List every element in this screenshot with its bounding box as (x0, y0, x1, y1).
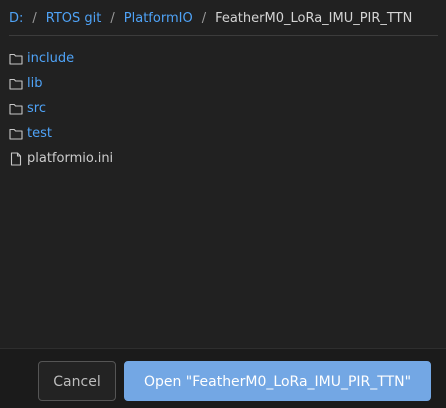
list-item-platformio-ini[interactable]: platformio.ini (9, 146, 438, 171)
list-item-src[interactable]: src (9, 96, 438, 121)
breadcrumb-separator: / (32, 11, 37, 26)
dialog-footer: Cancel Open "FeatherM0_LoRa_IMU_PIR_TTN" (0, 348, 446, 408)
list-item-label: test (27, 126, 52, 141)
breadcrumb: D: / RTOS git / PlatformIO / FeatherM0_L… (9, 9, 438, 29)
list-item-test[interactable]: test (9, 121, 438, 146)
open-folder-button[interactable]: Open "FeatherM0_LoRa_IMU_PIR_TTN" (124, 361, 431, 401)
breadcrumb-item-rtos-git[interactable]: RTOS git (46, 10, 102, 28)
folder-icon (9, 52, 23, 66)
breadcrumb-current-folder: FeatherM0_LoRa_IMU_PIR_TTN (215, 11, 413, 26)
list-item-label: lib (27, 76, 43, 91)
list-item-label: src (27, 101, 46, 116)
list-item-include[interactable]: include (9, 46, 438, 71)
breadcrumb-item-platformio[interactable]: PlatformIO (124, 10, 193, 28)
breadcrumb-item-drive[interactable]: D: (9, 10, 23, 28)
breadcrumb-separator: / (110, 11, 115, 26)
list-item-label: include (27, 51, 75, 66)
list-item-lib[interactable]: lib (9, 71, 438, 96)
cancel-button[interactable]: Cancel (38, 361, 116, 401)
header-divider (9, 35, 438, 36)
folder-icon (9, 102, 23, 116)
file-list: include lib src test platformio.ini (9, 46, 438, 171)
file-icon (9, 151, 23, 166)
folder-icon (9, 127, 23, 141)
list-item-label: platformio.ini (27, 151, 114, 166)
folder-icon (9, 77, 23, 91)
folder-picker-dialog: D: / RTOS git / PlatformIO / FeatherM0_L… (0, 0, 446, 408)
breadcrumb-separator: / (201, 11, 207, 26)
